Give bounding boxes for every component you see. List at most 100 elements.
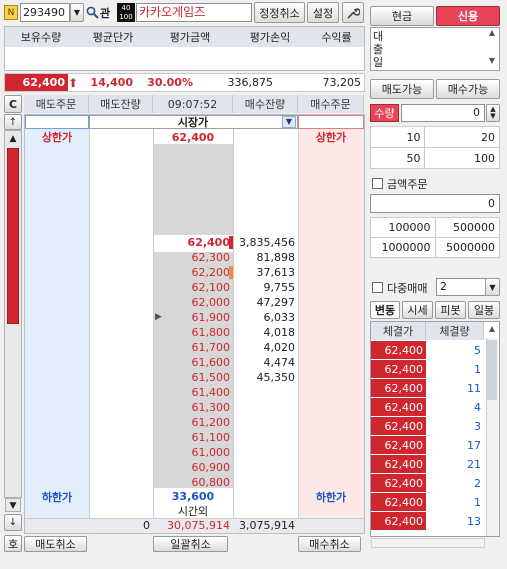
- up-arrow-icon: ⬆: [68, 75, 79, 90]
- qty-label[interactable]: 수량: [370, 104, 399, 122]
- multi-trade-checkbox[interactable]: [372, 282, 383, 293]
- cancel-all-button[interactable]: 일괄취소: [153, 536, 228, 552]
- search-icon[interactable]: [85, 3, 100, 22]
- tab-change[interactable]: 변동: [370, 301, 400, 319]
- cash-button[interactable]: 현금: [370, 6, 434, 26]
- price-row-13[interactable]: 61,100: [153, 430, 233, 445]
- total-buy-remaining: 3,075,914: [239, 519, 295, 532]
- price-row-2[interactable]: 62,200: [153, 265, 233, 280]
- price-row-12[interactable]: 61,200: [153, 415, 233, 430]
- spin-down-icon[interactable]: ▼: [490, 113, 495, 120]
- quote-button[interactable]: 호: [4, 535, 22, 552]
- price-row-1[interactable]: 62,300: [153, 250, 233, 265]
- price-row-11[interactable]: 61,300: [153, 400, 233, 415]
- new-indicator: N: [4, 5, 18, 20]
- trades-scroll-thumb[interactable]: [487, 340, 497, 400]
- scroll-top-arrow-icon[interactable]: ▲: [5, 132, 21, 146]
- multi-trade-dropdown-icon[interactable]: ▼: [485, 278, 500, 296]
- buy-cancel-button[interactable]: 매수취소: [298, 536, 361, 552]
- price-row-15[interactable]: 60,900: [153, 460, 233, 475]
- pos-header-qty: 보유수량: [20, 31, 62, 44]
- market-order-buy-cell[interactable]: [298, 115, 364, 129]
- qty-spinner[interactable]: ▲ ▼: [486, 104, 500, 122]
- sell-cancel-button[interactable]: 매도취소: [24, 536, 87, 552]
- amount-preset-100000[interactable]: 100000: [370, 217, 436, 238]
- trade-qty-0: 5: [474, 344, 481, 357]
- price-ladder: 62,400 62,300 62,200 62,100 62,000 61,90…: [25, 235, 364, 492]
- scroll-bottom-arrow-icon[interactable]: ▼: [5, 498, 21, 512]
- tab-pivot[interactable]: 피봇: [435, 301, 466, 319]
- price-row-9[interactable]: 61,500: [153, 370, 233, 385]
- trade-qty-5: 17: [467, 439, 481, 452]
- qty-preset-10[interactable]: 10: [369, 126, 426, 148]
- lower-limit-buy-label[interactable]: 하한가: [298, 489, 364, 504]
- price-row-4[interactable]: 62,000: [153, 295, 233, 310]
- price-row-16[interactable]: 60,800: [153, 475, 233, 490]
- qty-preset-50[interactable]: 50: [369, 147, 426, 169]
- price-range-bar: [7, 148, 19, 324]
- loan-scroll-down-icon[interactable]: ▼: [486, 56, 498, 68]
- amount-preset-1000000[interactable]: 1000000: [370, 237, 436, 258]
- trade-price-3: 62,400: [371, 398, 426, 417]
- clear-button[interactable]: C: [4, 95, 22, 113]
- multi-trade-select[interactable]: 2: [436, 278, 486, 296]
- price-row-0[interactable]: 62,400: [153, 235, 233, 250]
- price-row-7[interactable]: 61,700: [153, 340, 233, 355]
- lower-limit-sell-label[interactable]: 하한가: [25, 489, 89, 504]
- amount-input[interactable]: 0: [370, 194, 500, 213]
- watch-label[interactable]: 관: [100, 5, 116, 20]
- qty-preset-100[interactable]: 100: [424, 147, 500, 169]
- price-row-3[interactable]: 62,100: [153, 280, 233, 295]
- settings-button[interactable]: 설정: [307, 2, 339, 23]
- amount-order-label: 금액주문: [387, 178, 428, 191]
- buy-remaining-1: 81,898: [256, 251, 296, 264]
- change-percent: 30.00%: [147, 76, 193, 89]
- trade-qty-6: 21: [467, 458, 481, 471]
- trade-header-qty: 체결량: [426, 322, 484, 340]
- credit-button[interactable]: 신용: [436, 6, 500, 26]
- margin-badge: 40 100: [117, 3, 135, 22]
- trade-qty-8: 1: [474, 496, 481, 509]
- scroll-down-button[interactable]: ↓: [4, 514, 22, 531]
- pointer-arrow-icon: ▶: [155, 312, 162, 322]
- qty-input[interactable]: 0: [401, 104, 485, 122]
- header-time: 09:07:52: [153, 95, 233, 113]
- lower-limit-price: 33,600: [171, 490, 215, 503]
- buy-remaining-3: 9,755: [263, 281, 296, 294]
- sell-available-button[interactable]: 매도가능: [370, 79, 434, 99]
- price-row-5[interactable]: 61,900: [153, 310, 233, 325]
- wrench-icon[interactable]: [342, 2, 364, 23]
- market-order-sell-cell[interactable]: [25, 115, 89, 129]
- upper-limit-sell-label[interactable]: 상한가: [25, 129, 89, 145]
- upper-limit-price: 62,400: [171, 130, 215, 144]
- modify-cancel-button[interactable]: 정정취소: [254, 2, 305, 23]
- code-dropdown-button[interactable]: ▼: [70, 3, 84, 22]
- buy-remaining-6: 4,018: [263, 326, 296, 339]
- multi-trade-label: 다중매매: [387, 282, 428, 295]
- trade-qty-1: 1: [474, 363, 481, 376]
- col-sep-4: [298, 129, 299, 534]
- qty-preset-20[interactable]: 20: [424, 126, 500, 148]
- tab-daily[interactable]: 일봉: [468, 301, 500, 319]
- buy-remaining-0: 3,835,456: [239, 236, 295, 249]
- amount-order-checkbox[interactable]: [372, 178, 383, 189]
- loan-date-label: 대출일: [373, 30, 384, 69]
- trades-scroll-up-icon[interactable]: ▲: [485, 322, 499, 336]
- price-row-6[interactable]: 61,800: [153, 325, 233, 340]
- trade-qty-9: 13: [467, 515, 481, 528]
- stock-code-input[interactable]: 293490: [20, 3, 70, 22]
- market-dropdown-icon[interactable]: ▼: [282, 116, 296, 128]
- price-row-14[interactable]: 61,000: [153, 445, 233, 460]
- qty-presets: 10 20 50 100: [369, 126, 500, 169]
- trades-hscrollbar[interactable]: [371, 538, 485, 548]
- amount-preset-5000000[interactable]: 5000000: [434, 237, 500, 258]
- loan-scroll-up-icon[interactable]: ▲: [486, 28, 498, 40]
- price-row-10[interactable]: 61,400: [153, 385, 233, 400]
- upper-limit-buy-label[interactable]: 상한가: [298, 129, 364, 145]
- tab-quote[interactable]: 시세: [402, 301, 433, 319]
- amount-preset-500000[interactable]: 500000: [434, 217, 500, 238]
- price-row-8[interactable]: 61,600: [153, 355, 233, 370]
- amount-presets: 100000 500000 1000000 5000000: [370, 217, 500, 258]
- buy-available-button[interactable]: 매수가능: [436, 79, 500, 99]
- scroll-up-button[interactable]: ↑: [4, 114, 22, 130]
